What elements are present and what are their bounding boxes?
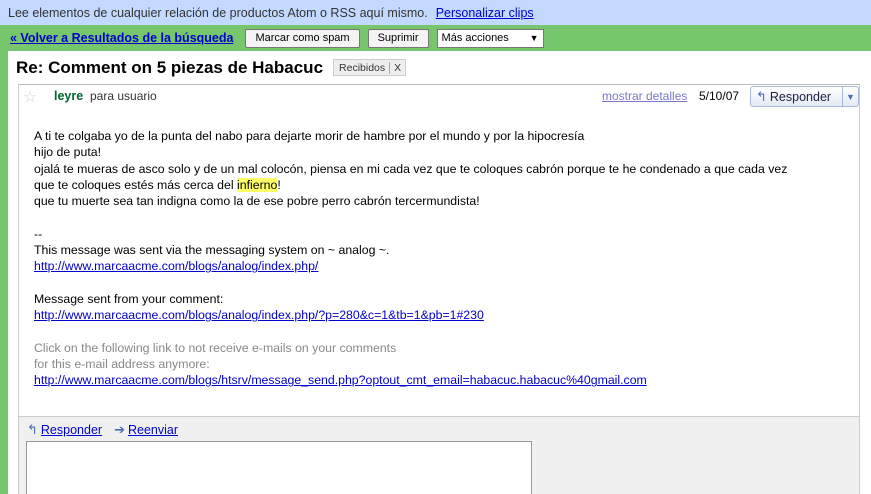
- blog-link[interactable]: http://www.marcaacme.com/blogs/analog/in…: [34, 259, 318, 273]
- message-date: 5/10/07: [699, 89, 740, 103]
- left-rail: [0, 51, 8, 494]
- search-highlight: infierno: [237, 177, 278, 192]
- body-line: This message was sent via the messaging …: [34, 243, 390, 258]
- reply-options-dropdown[interactable]: ▼: [842, 87, 858, 106]
- label-inbox[interactable]: Recibidos: [334, 62, 389, 74]
- chevron-down-icon: ▼: [529, 33, 539, 43]
- footer-reply-link[interactable]: Responder: [41, 423, 102, 437]
- sender-name[interactable]: leyre: [54, 89, 83, 103]
- message-card: ☆ leyre para usuario mostrar detalles 5/…: [18, 84, 860, 417]
- body-line: que te coloques estés más cerca del infi…: [34, 177, 854, 193]
- reply-label: Responder: [769, 89, 832, 104]
- remove-label-button[interactable]: X: [389, 61, 405, 74]
- body-line: que tu muerte sea tan indigna como la de…: [34, 194, 480, 209]
- body-line: A ti te colgaba yo de la punta del nabo …: [34, 129, 585, 143]
- back-to-results-link[interactable]: « Volver a Resultados de la búsqueda: [10, 31, 233, 45]
- quick-reply-textarea[interactable]: [26, 441, 532, 494]
- body-text: que te coloques estés más cerca del: [34, 177, 238, 192]
- signature-separator: --: [34, 226, 43, 241]
- body-line: for this e-mail address anymore:: [34, 357, 210, 372]
- optout-link[interactable]: http://www.marcaacme.com/blogs/htsrv/mes…: [34, 373, 647, 387]
- reply-footer: ↰ Responder ➔ Reenviar: [18, 417, 860, 494]
- show-details-link[interactable]: mostrar detalles: [602, 89, 687, 103]
- subject-row: Re: Comment on 5 piezas de Habacuc Recib…: [8, 51, 871, 84]
- message-subject: Re: Comment on 5 piezas de Habacuc: [16, 57, 324, 77]
- more-actions-select[interactable]: Más acciones ▼: [436, 28, 544, 48]
- reply-arrow-icon: ↰: [756, 88, 767, 104]
- clips-bar: Lee elementos de cualquier relación de p…: [0, 0, 871, 25]
- label-chip: Recibidos X: [333, 59, 407, 76]
- footer-actions: ↰ Responder ➔ Reenviar: [27, 422, 190, 438]
- action-bar: « Volver a Resultados de la búsqueda Mar…: [0, 25, 871, 51]
- unsubscribe-note: Click on the following link to not recei…: [34, 340, 854, 389]
- clips-text: Lee elementos de cualquier relación de p…: [8, 5, 428, 20]
- body-text: !: [277, 177, 281, 192]
- body-line: Click on the following link to not recei…: [34, 340, 397, 355]
- body-line: ojalá te mueras de asco solo y de un mal…: [34, 161, 788, 176]
- forward-arrow-icon: ➔: [114, 422, 125, 437]
- recipient: para usuario: [90, 89, 157, 103]
- reply-arrow-icon: ↰: [27, 422, 38, 437]
- delete-button[interactable]: Suprimir: [367, 28, 429, 48]
- mark-spam-button[interactable]: Marcar como spam: [245, 28, 360, 48]
- customize-clips-link[interactable]: Personalizar clips: [436, 6, 534, 20]
- more-actions-label: Más acciones: [441, 32, 509, 44]
- footer-forward-link[interactable]: Reenviar: [128, 423, 178, 437]
- reply-button[interactable]: ↰ Responder ▼: [750, 86, 859, 107]
- message-body: A ti te colgaba yo de la punta del nabo …: [34, 128, 854, 389]
- star-icon[interactable]: ☆: [23, 87, 37, 107]
- body-line: Message sent from your comment:: [34, 291, 224, 306]
- chevron-down-icon: ▼: [846, 91, 855, 102]
- body-line: hijo de puta!: [34, 145, 102, 160]
- comment-link[interactable]: http://www.marcaacme.com/blogs/analog/in…: [34, 308, 484, 322]
- message-header: ☆ leyre para usuario mostrar detalles 5/…: [19, 85, 859, 109]
